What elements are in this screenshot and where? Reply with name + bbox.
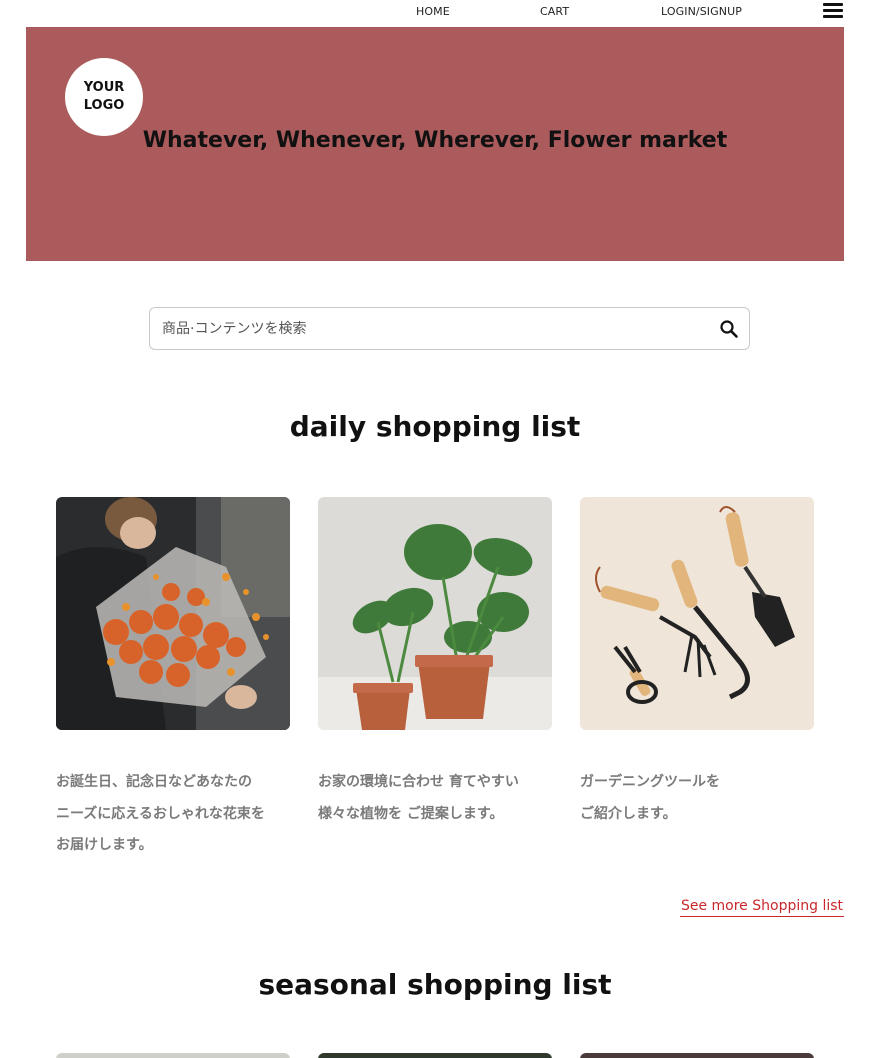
- seasonal-card-image[interactable]: [56, 1053, 290, 1058]
- hamburger-line: [823, 15, 843, 18]
- product-card-plants[interactable]: お家の環境に合わせ 育てやすい 様々な植物を ご提案します。: [318, 497, 552, 822]
- logo-text: YOUR LOGO: [83, 80, 125, 113]
- card-description: お家の環境に合わせ 育てやすい 様々な植物を ご提案します。: [318, 774, 519, 822]
- search-icon[interactable]: [719, 319, 739, 339]
- banner-tagline: Whatever, Whenever, Wherever, Flower mar…: [142, 128, 728, 153]
- nav-login-signup-link[interactable]: LOGIN/SIGNUP: [661, 5, 742, 18]
- product-card-tools[interactable]: ガーデニングツールを ご紹介します。: [580, 497, 814, 822]
- logo[interactable]: YOUR LOGO: [65, 58, 143, 136]
- card-description: ガーデニングツールを ご紹介します。: [580, 774, 720, 822]
- search-bar: [149, 307, 750, 350]
- top-navigation: HOME CART LOGIN/SIGNUP: [0, 0, 870, 24]
- seasonal-card-image[interactable]: [580, 1053, 814, 1058]
- daily-shopping-title: daily shopping list: [289, 410, 581, 443]
- product-card-bouquet[interactable]: お誕生日、記念日などあなたの ニーズに応えるおしゃれな花束を お届けします。: [56, 497, 290, 853]
- card-description: お誕生日、記念日などあなたの ニーズに応えるおしゃれな花束を お届けします。: [56, 774, 265, 853]
- hamburger-line: [823, 3, 843, 6]
- hamburger-line: [823, 9, 843, 12]
- seasonal-card-image[interactable]: [318, 1053, 552, 1058]
- hamburger-menu-icon[interactable]: [823, 3, 843, 19]
- nav-home-link[interactable]: HOME: [416, 5, 450, 18]
- orange-flower-bouquet-photo[interactable]: [56, 497, 290, 730]
- seasonal-shopping-title: seasonal shopping list: [258, 968, 612, 1001]
- nav-cart-link[interactable]: CART: [540, 5, 569, 18]
- search-input[interactable]: [162, 308, 702, 349]
- potted-monstera-plants-photo[interactable]: [318, 497, 552, 730]
- see-more-shopping-link[interactable]: See more Shopping list: [680, 898, 844, 917]
- garden-tools-photo[interactable]: [580, 497, 814, 730]
- hero-banner: YOUR LOGO Whatever, Whenever, Wherever, …: [26, 27, 844, 261]
